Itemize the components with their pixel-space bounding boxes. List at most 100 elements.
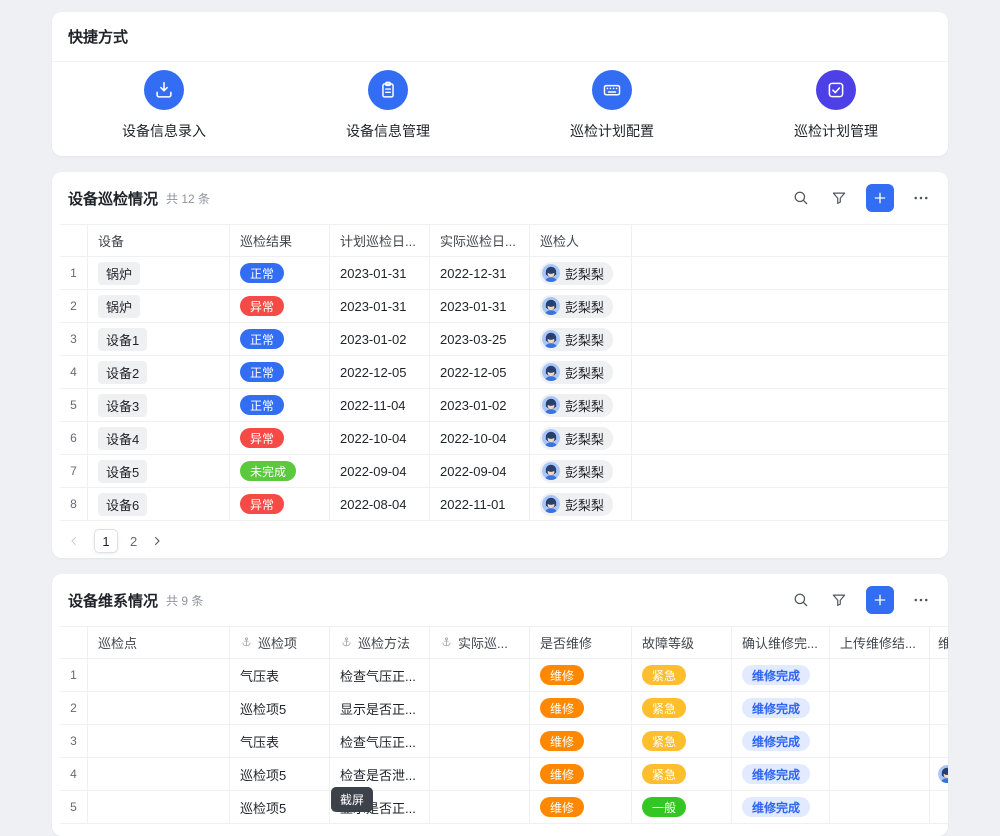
person-name: 彭梨梨 xyxy=(565,396,604,415)
last-cell xyxy=(930,692,948,724)
plan-date-cell: 2022-09-04 xyxy=(330,455,430,487)
shortcut-row: 设备信息录入 设备信息管理 巡检计划配置 巡检计划管理 xyxy=(52,62,948,141)
more-icon[interactable] xyxy=(910,589,932,611)
table-row[interactable]: 8 设备6 异常 2022-08-04 2022-11-01 彭梨梨 xyxy=(60,488,948,521)
table-row[interactable]: 1 锅炉 正常 2023-01-31 2022-12-31 彭梨梨 xyxy=(60,257,948,290)
device-cell: 设备6 xyxy=(88,488,230,520)
col-point[interactable]: 巡检点 xyxy=(88,627,230,658)
result-badge: 未完成 xyxy=(240,461,296,481)
table-row[interactable]: 5 设备3 正常 2022-11-04 2023-01-02 彭梨梨 xyxy=(60,389,948,422)
filler-cell xyxy=(632,389,948,421)
shortcut-device-entry[interactable]: 设备信息录入 xyxy=(52,70,276,141)
maintenance-card: 设备维系情况 共 9 条 巡检点 巡检项 巡检方法 实际巡... 是否维修 故障… xyxy=(52,574,948,836)
add-record-button[interactable] xyxy=(866,184,894,212)
confirm-button[interactable]: 维修完成 xyxy=(742,764,810,784)
actual-date-cell: 2022-12-05 xyxy=(430,356,530,388)
person-chip: 彭梨梨 xyxy=(540,427,613,450)
inspector-cell: 彭梨梨 xyxy=(530,323,632,355)
col-actual-date[interactable]: 实际巡检日... xyxy=(430,225,530,256)
maintenance-header: 设备维系情况 共 9 条 xyxy=(52,574,948,626)
actual-date-cell: 2023-03-25 xyxy=(430,323,530,355)
confirm-button[interactable]: 维修完成 xyxy=(742,665,810,685)
inspector-cell: 彭梨梨 xyxy=(530,356,632,388)
person-chip: 彭梨梨 xyxy=(540,262,613,285)
col-level[interactable]: 故障等级 xyxy=(632,627,732,658)
point-cell xyxy=(88,725,230,757)
level-cell: 一般 xyxy=(632,791,732,823)
filler-cell xyxy=(632,488,948,520)
avatar xyxy=(542,495,560,513)
inspector-cell: 彭梨梨 xyxy=(530,488,632,520)
plan-date-cell: 2023-01-31 xyxy=(330,290,430,322)
person-name: 彭梨梨 xyxy=(565,264,604,283)
table-row[interactable]: 3 气压表 检查气压正... 维修 紧急 维修完成 xyxy=(60,725,948,758)
result-badge: 异常 xyxy=(240,494,284,514)
shortcut-plan-config[interactable]: 巡检计划配置 xyxy=(500,70,724,141)
table-row[interactable]: 2 巡检项5 显示是否正... 维修 紧急 维修完成 xyxy=(60,692,948,725)
table-row[interactable]: 4 设备2 正常 2022-12-05 2022-12-05 彭梨梨 xyxy=(60,356,948,389)
confirm-button[interactable]: 维修完成 xyxy=(742,698,810,718)
next-page-icon[interactable] xyxy=(149,533,165,549)
plan-date-cell: 2022-12-05 xyxy=(330,356,430,388)
device-tag: 设备2 xyxy=(98,361,147,384)
col-plan-date[interactable]: 计划巡检日... xyxy=(330,225,430,256)
search-icon[interactable] xyxy=(790,187,812,209)
table-row[interactable]: 5 巡检项5 显示是否正... 维修 一般 维修完成 xyxy=(60,791,948,824)
col-inspector[interactable]: 巡检人 xyxy=(530,225,632,256)
level-cell: 紧急 xyxy=(632,692,732,724)
col-item[interactable]: 巡检项 xyxy=(230,627,330,658)
item-cell: 气压表 xyxy=(230,725,330,757)
repair-badge: 维修 xyxy=(540,764,584,784)
table-row[interactable]: 1 气压表 检查气压正... 维修 紧急 维修完成 xyxy=(60,659,948,692)
shortcut-device-manage[interactable]: 设备信息管理 xyxy=(276,70,500,141)
more-icon[interactable] xyxy=(910,187,932,209)
row-number: 7 xyxy=(60,455,88,487)
last-cell xyxy=(930,758,948,790)
table-row[interactable]: 6 设备4 异常 2022-10-04 2022-10-04 彭梨梨 xyxy=(60,422,948,455)
maintenance-toolbar xyxy=(790,586,932,614)
actual-date-cell: 2022-09-04 xyxy=(430,455,530,487)
row-number: 8 xyxy=(60,488,88,520)
search-icon[interactable] xyxy=(790,589,812,611)
upload-cell xyxy=(830,758,930,790)
filter-icon[interactable] xyxy=(828,589,850,611)
actual-cell xyxy=(430,725,530,757)
col-last[interactable]: 维 xyxy=(930,627,948,658)
actual-date-cell: 2022-10-04 xyxy=(430,422,530,454)
shortcut-plan-manage[interactable]: 巡检计划管理 xyxy=(724,70,948,141)
prev-page-icon[interactable] xyxy=(66,533,82,549)
add-record-button[interactable] xyxy=(866,586,894,614)
table-row[interactable]: 4 巡检项5 检查是否泄... 维修 紧急 维修完成 xyxy=(60,758,948,791)
table-row[interactable]: 3 设备1 正常 2023-01-02 2023-03-25 彭梨梨 xyxy=(60,323,948,356)
level-cell: 紧急 xyxy=(632,725,732,757)
col-repair[interactable]: 是否维修 xyxy=(530,627,632,658)
filter-icon[interactable] xyxy=(828,187,850,209)
result-badge: 正常 xyxy=(240,329,284,349)
page-1-button[interactable]: 1 xyxy=(94,529,118,553)
inspector-cell: 彭梨梨 xyxy=(530,422,632,454)
avatar xyxy=(542,363,560,381)
person-chip: 彭梨梨 xyxy=(540,460,613,483)
confirm-button[interactable]: 维修完成 xyxy=(742,797,810,817)
device-tag: 锅炉 xyxy=(98,295,140,318)
result-cell: 异常 xyxy=(230,290,330,322)
pagination: 1 2 xyxy=(52,521,948,558)
device-cell: 锅炉 xyxy=(88,290,230,322)
plan-date-cell: 2023-01-02 xyxy=(330,323,430,355)
col-confirm[interactable]: 确认维修完... xyxy=(732,627,830,658)
col-result[interactable]: 巡检结果 xyxy=(230,225,330,256)
person-name: 彭梨梨 xyxy=(565,429,604,448)
confirm-button[interactable]: 维修完成 xyxy=(742,731,810,751)
filler-cell xyxy=(632,290,948,322)
person-name: 彭梨梨 xyxy=(565,330,604,349)
table-row[interactable]: 7 设备5 未完成 2022-09-04 2022-09-04 彭梨梨 xyxy=(60,455,948,488)
page-2-button[interactable]: 2 xyxy=(130,534,137,549)
row-number: 3 xyxy=(60,725,88,757)
plan-date-cell: 2022-11-04 xyxy=(330,389,430,421)
table-row[interactable]: 2 锅炉 异常 2023-01-31 2023-01-31 彭梨梨 xyxy=(60,290,948,323)
col-actual[interactable]: 实际巡... xyxy=(430,627,530,658)
person-name: 彭梨梨 xyxy=(565,495,604,514)
col-upload[interactable]: 上传维修结... xyxy=(830,627,930,658)
col-method[interactable]: 巡检方法 xyxy=(330,627,430,658)
col-device[interactable]: 设备 xyxy=(88,225,230,256)
